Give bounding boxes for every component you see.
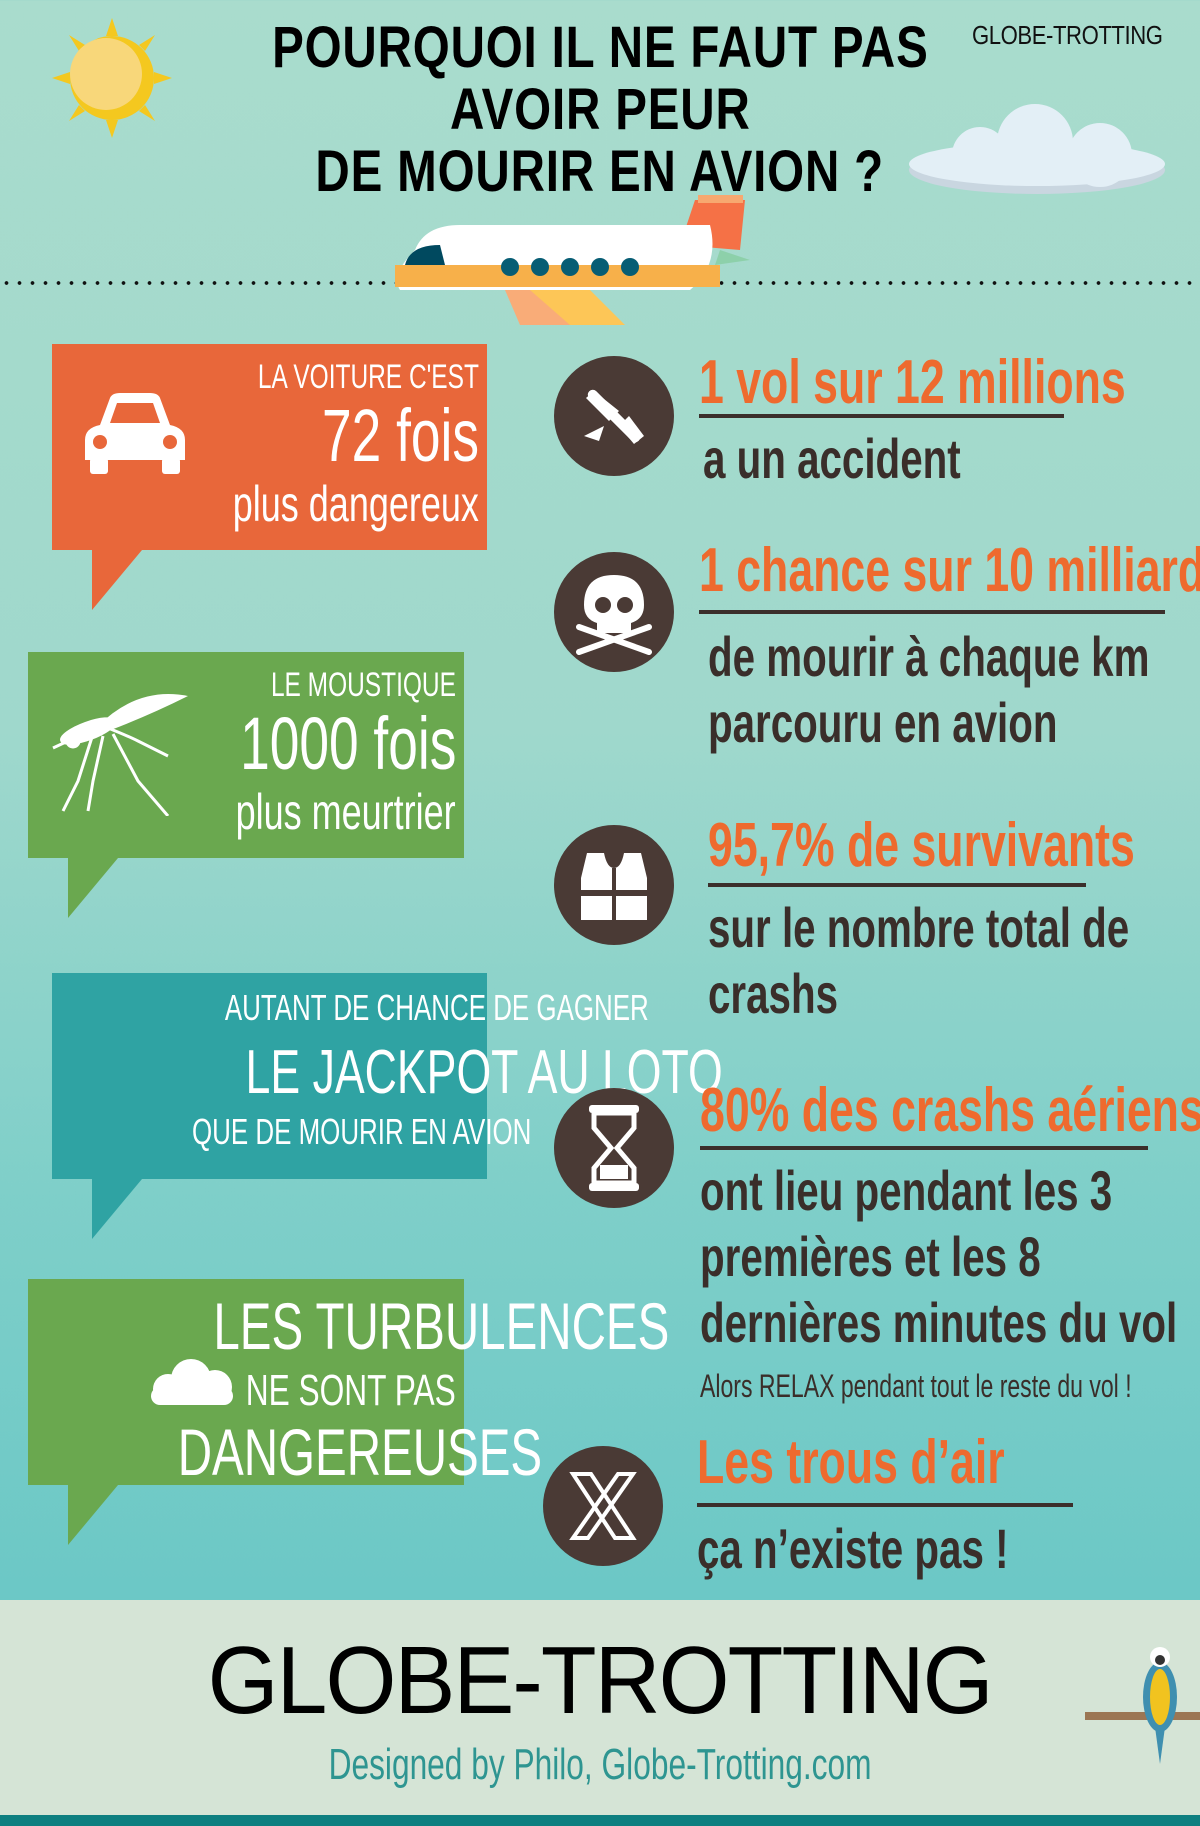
fact-4-headline: 80% des crashs aériens <box>700 1076 1200 1145</box>
crashed-plane-icon <box>554 356 674 476</box>
fact-4-note: Alors RELAX pendant tout le reste du vol… <box>700 1368 1132 1404</box>
card-lottery: AUTANT DE CHANCE DE GAGNER LE JACKPOT AU… <box>52 973 723 1239</box>
fact-3-text: sur le nombre total de crashs <box>708 896 1130 1025</box>
cloud-icon <box>905 100 1170 200</box>
fact-3-headline: 95,7% de survivants <box>708 811 1135 880</box>
card-mosquito-line3: plus meurtrier <box>235 784 456 840</box>
mosquito-icon <box>48 686 188 821</box>
brand-logo-small: GLOBE-TROTTING <box>972 20 1163 50</box>
fact-2-headline: 1 chance sur 10 milliards <box>699 536 1200 605</box>
fact-2-rule <box>699 610 1165 614</box>
card-lottery-line1: AUTANT DE CHANCE DE GAGNER <box>224 987 649 1028</box>
footer-brand-logo: GLOBE-TROTTING <box>207 1627 994 1734</box>
card-car: LA VOITURE C'EST 72 fois plus dangereux <box>52 344 487 610</box>
footer-credit: Designed by Philo, Globe-Trotting.com <box>328 1740 872 1789</box>
fact-5-rule <box>697 1503 1073 1507</box>
fact-4-rule <box>700 1146 1148 1150</box>
card-turbulence-line1: LES TURBULENCES <box>213 1289 670 1363</box>
card-mosquito: LE MOUSTIQUE 1000 fois plus meurtrier <box>28 652 464 918</box>
fact-5-headline: Les trous d’air <box>697 1428 1005 1497</box>
fact-2-text: de mourir à chaque km parcouru en avion <box>708 625 1150 754</box>
card-lottery-line2: LE JACKPOT AU LOTO <box>245 1038 723 1107</box>
card-mosquito-line1: LE MOUSTIQUE <box>271 666 456 704</box>
parrot-icon <box>1085 1642 1200 1777</box>
card-mosquito-value: 1000 fois <box>239 702 456 785</box>
fact-3-rule <box>708 883 1086 887</box>
card-turbulence-line2: NE SONT PAS <box>245 1366 456 1415</box>
footer: GLOBE-TROTTING Designed by Philo, Globe-… <box>0 1600 1200 1815</box>
fact-5-text: ça n’existe pas ! <box>697 1517 1009 1580</box>
life-vest-icon <box>554 825 674 945</box>
fact-1-headline: 1 vol sur 12 millions <box>699 348 1126 417</box>
fact-1-text: a un accident <box>703 427 961 490</box>
card-car-value: 72 fois <box>322 394 479 477</box>
card-turbulence: LES TURBULENCES NE SONT PAS DANGEREUSES <box>28 1279 669 1545</box>
fact-1-rule <box>699 414 1064 418</box>
fact-4-text: ont lieu pendant les 3 premières et les 8… <box>700 1159 1178 1354</box>
hourglass-icon <box>554 1088 674 1208</box>
card-car-line3: plus dangereux <box>232 476 479 532</box>
skull-icon <box>554 552 674 672</box>
car-icon <box>80 390 190 485</box>
card-turbulence-line3: DANGEREUSES <box>177 1415 543 1489</box>
cloud-icon <box>143 1357 238 1412</box>
airplane-icon <box>390 195 770 335</box>
x-icon <box>543 1446 663 1566</box>
card-car-line1: LA VOITURE C'EST <box>258 358 479 396</box>
footer-bar <box>0 1815 1200 1826</box>
card-lottery-line3: QUE DE MOURIR EN AVION <box>191 1111 532 1152</box>
